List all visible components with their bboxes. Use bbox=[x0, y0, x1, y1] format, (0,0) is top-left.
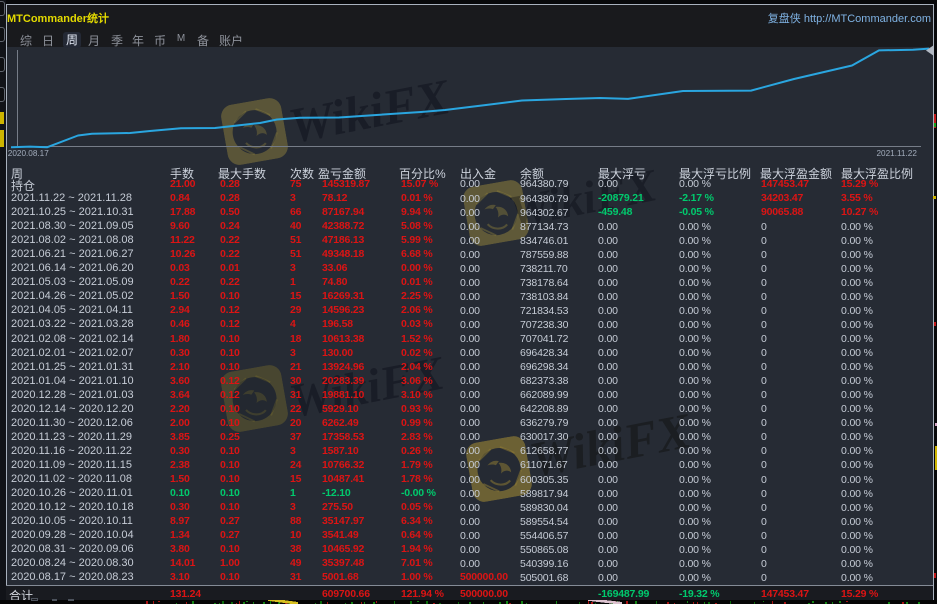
svg-text:2021.11.22: 2021.11.22 bbox=[877, 149, 918, 158]
svg-text:2020.08.17: 2020.08.17 bbox=[8, 149, 49, 158]
